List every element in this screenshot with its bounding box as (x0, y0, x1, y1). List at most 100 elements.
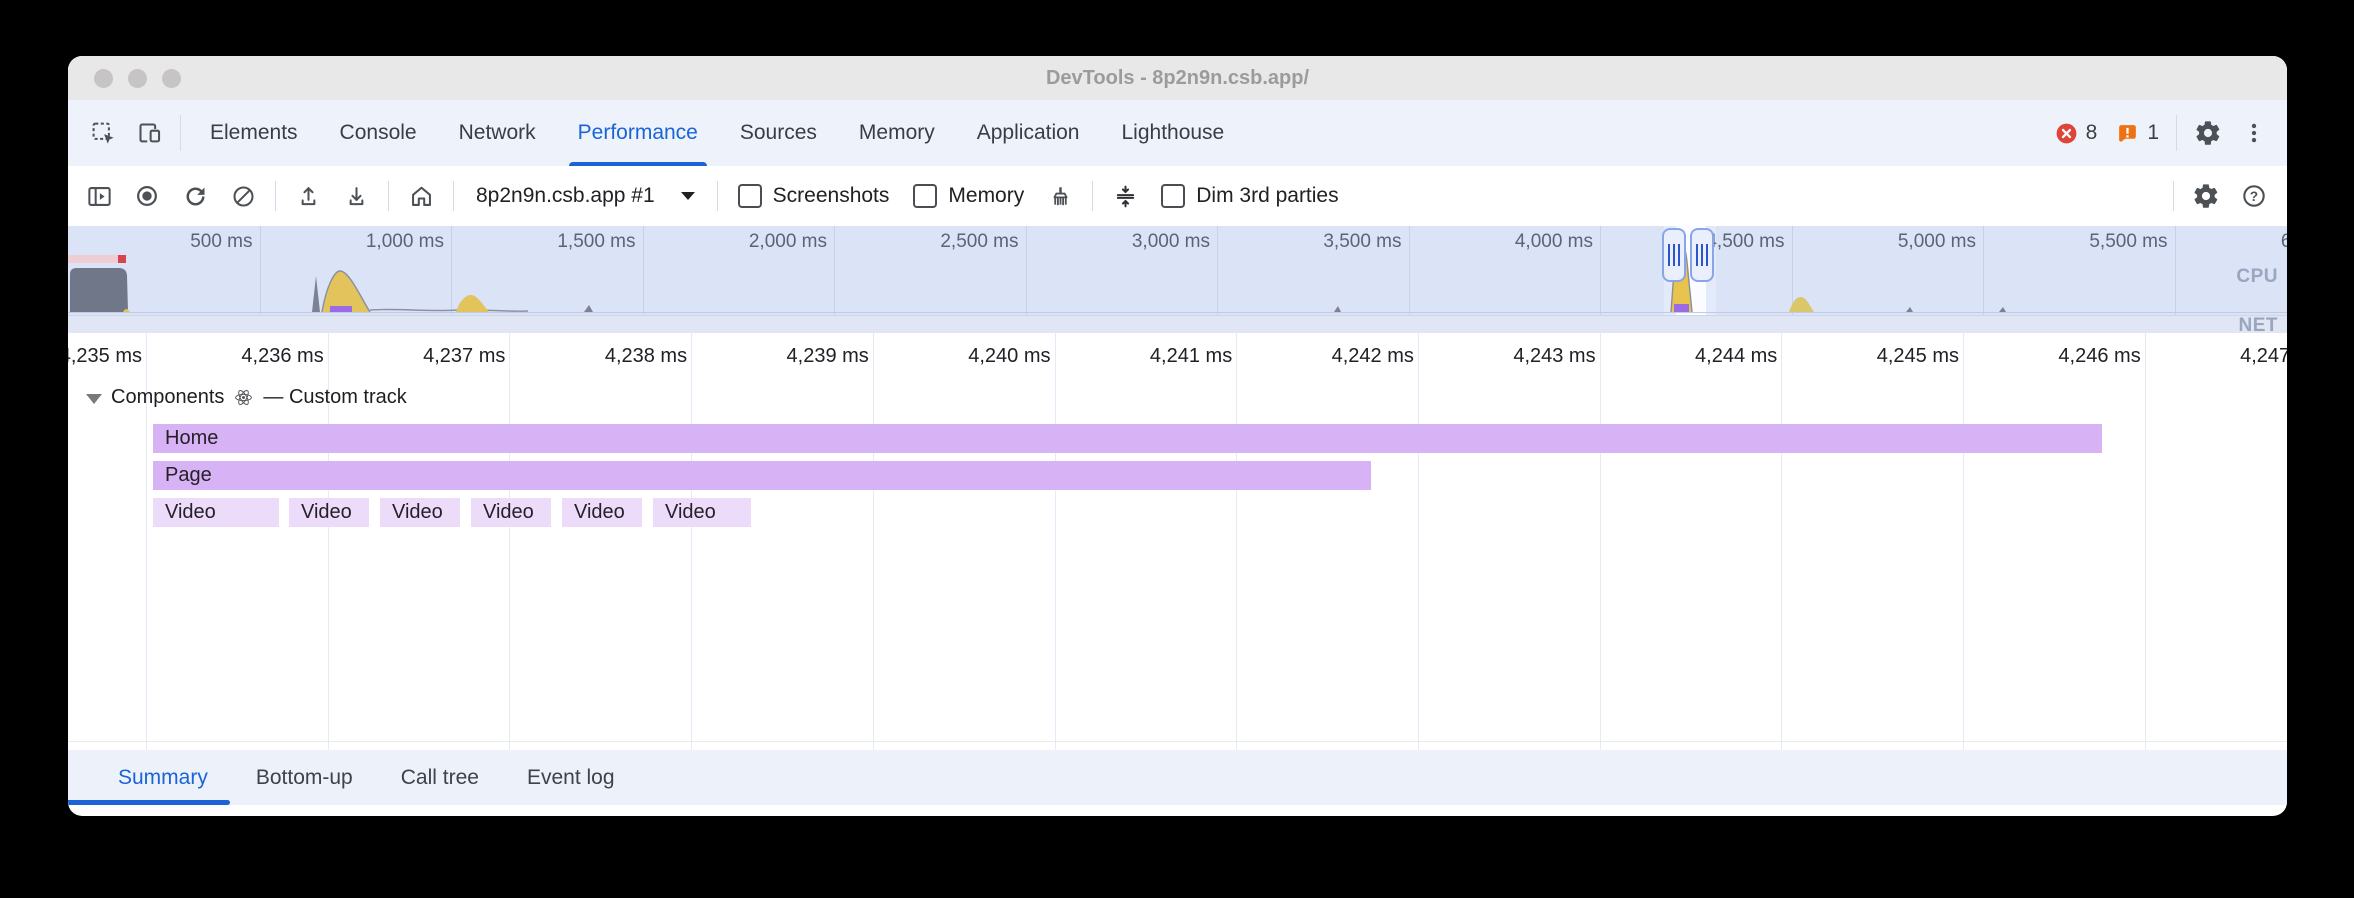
error-count: 8 (2086, 121, 2098, 145)
devtools-window: DevTools - 8p2n9n.csb.app/ Elements Conso… (68, 56, 2287, 816)
zoom-window-button[interactable] (162, 69, 181, 88)
video-row-bar[interactable]: Video (471, 498, 551, 527)
panel-tabs: Elements Console Network Performance Sources… (189, 100, 1245, 166)
timeline-gridline (1781, 333, 1782, 750)
tab-network[interactable]: Network (438, 100, 557, 166)
tab-label: Lighthouse (1121, 121, 1224, 145)
selection-right-handle[interactable] (1690, 228, 1714, 282)
timeline-gridline (1418, 333, 1419, 750)
bottom-tab-summary[interactable]: Summary (94, 750, 232, 805)
tabbar-right-controls: 8 1 (2045, 110, 2277, 156)
page-row-bar[interactable]: Page (153, 461, 1371, 490)
minimize-window-button[interactable] (128, 69, 147, 88)
overview-time-label: 3,000 ms (1132, 231, 1210, 253)
details-tabbar: SummaryBottom-upCall treeEvent log (68, 750, 2287, 805)
tab-label: Elements (210, 121, 298, 145)
memory-checkbox[interactable]: Memory (901, 184, 1036, 208)
toolbar-separator (1092, 181, 1093, 211)
active-bottom-tab-underline (68, 800, 230, 805)
screenshots-checkbox[interactable]: Screenshots (726, 184, 902, 208)
toolbar-separator (388, 181, 389, 211)
tab-label: Performance (578, 121, 698, 145)
memory-label: Memory (948, 184, 1024, 208)
checkbox-icon (913, 184, 937, 208)
tab-elements[interactable]: Elements (189, 100, 319, 166)
ruler-time-label: 4,245 ms (1877, 345, 1959, 368)
overview-time-label: 6,000 ms (2281, 231, 2287, 253)
video-row-bar[interactable]: Video (153, 498, 279, 527)
video-row-bar[interactable]: Video (380, 498, 460, 527)
tab-performance[interactable]: Performance (557, 100, 719, 166)
download-profile-icon[interactable] (335, 175, 377, 217)
timeline-gridline (873, 333, 874, 750)
tab-label: Console (340, 121, 417, 145)
clear-icon[interactable] (222, 175, 264, 217)
timeline-gridline (1600, 333, 1601, 750)
tab-label: Network (459, 121, 536, 145)
screenshots-label: Screenshots (773, 184, 890, 208)
dim-3rd-parties-checkbox[interactable]: Dim 3rd parties (1149, 184, 1350, 208)
console-warnings-badge[interactable]: 1 (2115, 121, 2159, 146)
tab-sources[interactable]: Sources (719, 100, 838, 166)
window-title: DevTools - 8p2n9n.csb.app/ (68, 67, 2287, 90)
checkbox-icon (738, 184, 762, 208)
bottom-tab-bottom-up[interactable]: Bottom-up (232, 750, 377, 805)
ruler-time-label: 4,247 ms (2240, 345, 2287, 368)
tabbar-separator (2176, 115, 2177, 151)
overview-time-label: 500 ms (190, 231, 252, 253)
timeline-gridline (691, 333, 692, 750)
capture-settings-gear-icon[interactable] (2185, 175, 2227, 217)
tab-memory[interactable]: Memory (838, 100, 956, 166)
help-icon[interactable]: ? (2233, 175, 2275, 217)
tab-label: Sources (740, 121, 817, 145)
reload-record-icon[interactable] (174, 175, 216, 217)
selection-left-handle[interactable] (1662, 228, 1686, 282)
inspect-element-icon[interactable] (80, 110, 126, 156)
timeline-overview[interactable]: 500 ms1,000 ms1,500 ms2,000 ms2,500 ms3,… (68, 226, 2287, 333)
collapse-shortcuts-icon[interactable] (1104, 175, 1146, 217)
warning-icon (2115, 121, 2140, 146)
macos-titlebar: DevTools - 8p2n9n.csb.app/ (68, 56, 2287, 101)
ruler-time-label: 4,246 ms (2058, 345, 2140, 368)
bottom-tab-call-tree[interactable]: Call tree (377, 750, 503, 805)
console-errors-badge[interactable]: 8 (2054, 121, 2098, 146)
error-icon (2054, 121, 2079, 146)
video-row-bar[interactable]: Video (289, 498, 369, 527)
tab-label: Application (977, 121, 1080, 145)
tab-console[interactable]: Console (319, 100, 438, 166)
tab-label: Memory (859, 121, 935, 145)
device-toolbar-icon[interactable] (126, 110, 172, 156)
overview-time-label: 2,500 ms (940, 231, 1018, 253)
home-row-bar[interactable]: Home (153, 424, 2102, 453)
ruler-time-label: 4,235 ms (68, 345, 142, 368)
bottom-tab-event-log[interactable]: Event log (503, 750, 639, 805)
collapse-triangle-icon (86, 394, 102, 404)
upload-profile-icon[interactable] (287, 175, 329, 217)
toolbar-separator (2173, 181, 2174, 211)
tab-application[interactable]: Application (956, 100, 1101, 166)
kebab-menu-icon[interactable] (2231, 110, 2277, 156)
target-label: 8p2n9n.csb.app #1 (476, 184, 655, 208)
settings-gear-icon[interactable] (2185, 110, 2231, 156)
ruler-time-label: 4,241 ms (1150, 345, 1232, 368)
close-window-button[interactable] (94, 69, 113, 88)
ruler-time-label: 4,239 ms (787, 345, 869, 368)
record-icon[interactable] (126, 175, 168, 217)
collect-garbage-icon[interactable] (1039, 175, 1081, 217)
svg-text:?: ? (2250, 189, 2258, 204)
network-lane (68, 315, 2287, 333)
toolbar-separator (275, 181, 276, 211)
toggle-sidebar-icon[interactable] (78, 175, 120, 217)
ruler-time-label: 4,236 ms (241, 345, 323, 368)
target-selector[interactable]: 8p2n9n.csb.app #1 (462, 184, 709, 208)
components-track-header[interactable]: Components — Custom track (86, 386, 407, 409)
video-row-bar[interactable]: Video (562, 498, 642, 527)
home-icon[interactable] (400, 175, 442, 217)
overview-time-label: 3,500 ms (1323, 231, 1401, 253)
video-row-bar[interactable]: Video (653, 498, 751, 527)
toolbar-separator (453, 181, 454, 211)
chevron-down-icon (681, 192, 695, 200)
overview-time-label: 4,000 ms (1515, 231, 1593, 253)
track-title: Components (111, 386, 224, 409)
tab-lighthouse[interactable]: Lighthouse (1100, 100, 1245, 166)
